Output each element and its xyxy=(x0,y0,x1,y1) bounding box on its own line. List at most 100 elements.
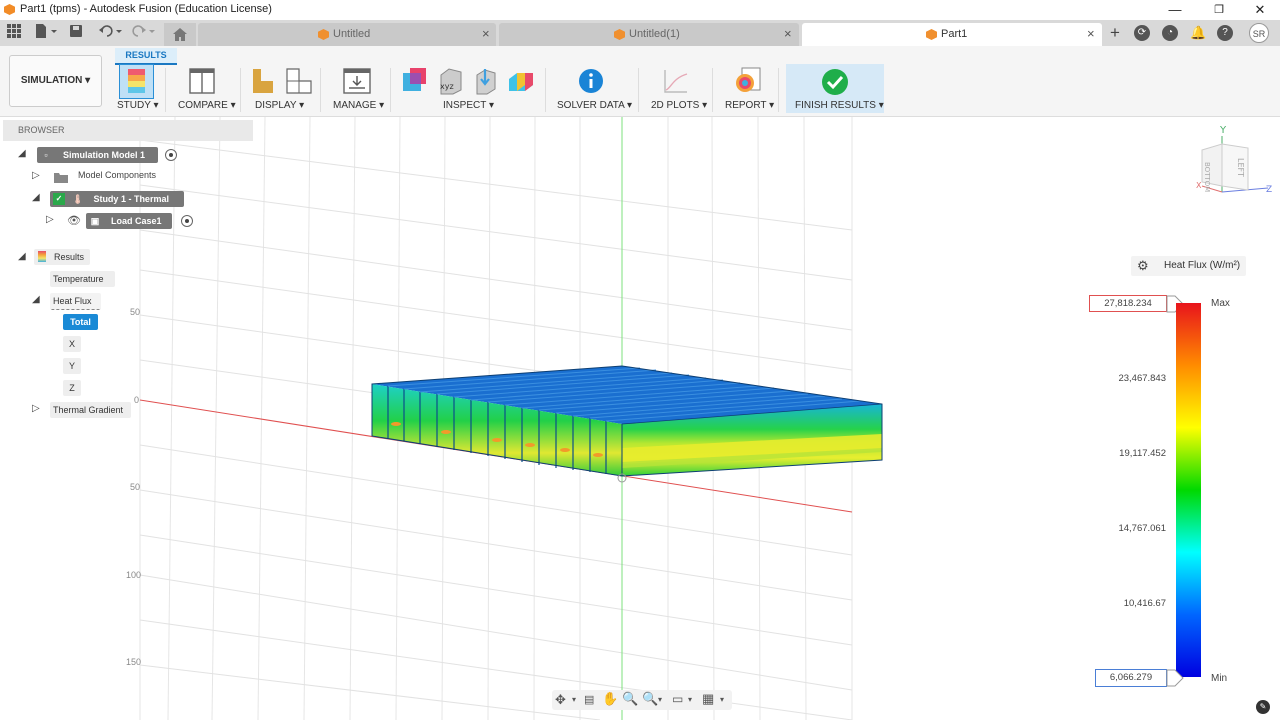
tab-close-icon[interactable]: × xyxy=(1087,26,1095,41)
reaction-force-icon[interactable] xyxy=(472,67,498,95)
manage-settings-icon[interactable] xyxy=(343,68,371,94)
group-label: REPORT xyxy=(725,100,767,111)
3d-viewport[interactable] xyxy=(0,117,1280,720)
visibility-eye-icon[interactable]: 👁 xyxy=(67,214,81,227)
display-menu[interactable]: DISPLAY ▾ xyxy=(255,100,304,111)
extensions-icon[interactable]: ⟳ xyxy=(1134,25,1150,41)
legend-min-input[interactable]: 6,066.279 xyxy=(1095,669,1167,687)
fit-zoom-icon[interactable]: 🔍 xyxy=(642,691,658,707)
tree-item-x[interactable]: X xyxy=(63,336,81,352)
tree-item-z[interactable]: Z xyxy=(63,380,81,396)
expand-triangle-icon[interactable]: ▷ xyxy=(46,214,54,225)
divider xyxy=(165,68,166,112)
folder-icon xyxy=(54,173,68,183)
2d-plots-menu[interactable]: 2D PLOTS ▾ xyxy=(651,100,707,111)
manage-menu[interactable]: MANAGE ▾ xyxy=(333,100,384,111)
tree-item-study-thermal[interactable]: ✓ 🌡 Study 1 - Thermal xyxy=(50,191,184,207)
compare-menu[interactable]: COMPARE ▾ xyxy=(178,100,236,111)
tree-item-results[interactable]: Results xyxy=(34,249,90,265)
thermometer-icon: 🌡 xyxy=(72,194,84,204)
collapse-triangle-icon[interactable]: ◢ xyxy=(18,251,26,262)
compare-icon[interactable] xyxy=(189,68,215,94)
ribbon-tab-results[interactable]: RESULTS xyxy=(115,48,177,63)
grid-settings-icon[interactable]: ▦ xyxy=(702,691,714,707)
tree-item-model-components[interactable]: Model Components xyxy=(78,170,156,180)
save-icon[interactable] xyxy=(66,24,86,42)
help-icon[interactable]: ? xyxy=(1217,25,1233,41)
group-label: DISPLAY xyxy=(255,100,297,111)
comments-icon[interactable]: ✎ xyxy=(1256,700,1270,714)
legend-max-input[interactable]: 27,818.234 xyxy=(1089,295,1167,312)
new-tab-plus-icon[interactable]: + xyxy=(1106,24,1124,42)
2d-plot-icon[interactable] xyxy=(663,68,689,94)
xyz-probe-icon[interactable]: xyz xyxy=(437,67,463,95)
solver-data-menu[interactable]: SOLVER DATA ▾ xyxy=(557,100,632,111)
orbit-icon[interactable]: ✥ xyxy=(555,692,566,708)
section-analysis-icon[interactable] xyxy=(507,67,535,95)
info-icon[interactable] xyxy=(578,68,604,94)
activate-radio-icon[interactable] xyxy=(181,215,193,227)
undo-icon[interactable] xyxy=(96,24,126,42)
user-avatar[interactable]: SR xyxy=(1249,23,1269,43)
tree-item-temperature[interactable]: Temperature xyxy=(50,271,115,287)
legend-settings-gear-icon[interactable]: ⚙ xyxy=(1137,258,1149,274)
group-label: FINISH RESULTS xyxy=(795,100,876,111)
viewcube-left-face: LEFT xyxy=(1236,158,1245,177)
tree-item-load-case[interactable]: ▣ Load Case1 xyxy=(86,213,172,229)
job-status-icon[interactable]: ◔ xyxy=(1162,25,1178,41)
collapse-triangle-icon[interactable]: ◢ xyxy=(32,294,40,305)
legend-tick: 14,767.061 xyxy=(1118,523,1166,534)
tree-item-y[interactable]: Y xyxy=(63,358,81,374)
grid-dropdown-icon[interactable]: ▾ xyxy=(720,695,724,704)
divider xyxy=(240,68,241,112)
report-icon[interactable] xyxy=(734,67,762,95)
zoom-icon[interactable]: 🔍 xyxy=(622,691,638,707)
home-tab[interactable] xyxy=(164,23,196,46)
minimize-button[interactable]: — xyxy=(1160,0,1190,20)
data-panel-grid-icon[interactable] xyxy=(6,24,22,42)
collapse-triangle-icon[interactable]: ◢ xyxy=(18,148,26,159)
zoom-dropdown-icon[interactable]: ▾ xyxy=(658,695,662,704)
tab-part1[interactable]: Part1 × xyxy=(802,23,1102,46)
study-button[interactable] xyxy=(119,64,154,99)
tree-item-simulation-model[interactable]: ▫ Simulation Model 1 xyxy=(37,147,158,163)
mesh-display-icon[interactable] xyxy=(286,68,312,94)
grid-label: 0 xyxy=(134,395,140,405)
tab-close-icon[interactable]: × xyxy=(482,26,490,41)
display-dropdown-icon[interactable]: ▾ xyxy=(688,695,692,704)
report-menu[interactable]: REPORT ▾ xyxy=(725,100,774,111)
result-surface-probes-icon[interactable] xyxy=(402,67,428,95)
redo-icon[interactable] xyxy=(130,24,158,42)
maximize-button[interactable]: ❐ xyxy=(1204,0,1234,20)
part-cube-icon xyxy=(614,29,625,40)
close-button[interactable]: ✕ xyxy=(1245,0,1275,20)
file-menu-icon[interactable] xyxy=(34,24,60,42)
orbit-dropdown-icon[interactable]: ▾ xyxy=(572,695,576,704)
finish-results-menu[interactable]: FINISH RESULTS ▾ xyxy=(795,100,884,111)
display-settings-icon[interactable]: ▭ xyxy=(672,692,683,706)
grid-label: 50 xyxy=(130,482,141,492)
look-at-icon[interactable]: ▤ xyxy=(584,693,594,706)
pan-hand-icon[interactable]: ✋ xyxy=(602,691,618,707)
tree-item-total[interactable]: Total xyxy=(63,314,98,330)
tab-untitled[interactable]: Untitled × xyxy=(198,23,496,46)
inspect-menu[interactable]: INSPECT ▾ xyxy=(443,100,494,111)
tree-item-thermal-gradient[interactable]: Thermal Gradient xyxy=(50,402,131,418)
expand-triangle-icon[interactable]: ▷ xyxy=(32,403,40,414)
workspace-switcher-button[interactable]: SIMULATION ▾ xyxy=(9,55,102,107)
finish-results-check-icon[interactable] xyxy=(821,68,849,96)
legend-color-bar xyxy=(1176,303,1201,677)
browser-header[interactable]: BROWSER xyxy=(3,120,253,141)
notifications-bell-icon[interactable]: 🔔 xyxy=(1190,25,1206,41)
deform-display-icon[interactable] xyxy=(252,68,274,94)
collapse-triangle-icon[interactable]: ◢ xyxy=(32,192,40,203)
tab-untitled-1[interactable]: Untitled(1) × xyxy=(499,23,799,46)
expand-triangle-icon[interactable]: ▷ xyxy=(32,170,40,181)
part-cube-icon xyxy=(926,29,937,40)
activate-radio-icon[interactable] xyxy=(165,149,177,161)
results-icon xyxy=(38,251,46,262)
viewcube[interactable]: BOTTOM LEFT Y X Z xyxy=(1190,124,1276,200)
tab-close-icon[interactable]: × xyxy=(784,26,792,41)
study-menu[interactable]: STUDY ▾ xyxy=(117,100,159,111)
tree-item-heat-flux[interactable]: Heat Flux xyxy=(50,293,101,310)
